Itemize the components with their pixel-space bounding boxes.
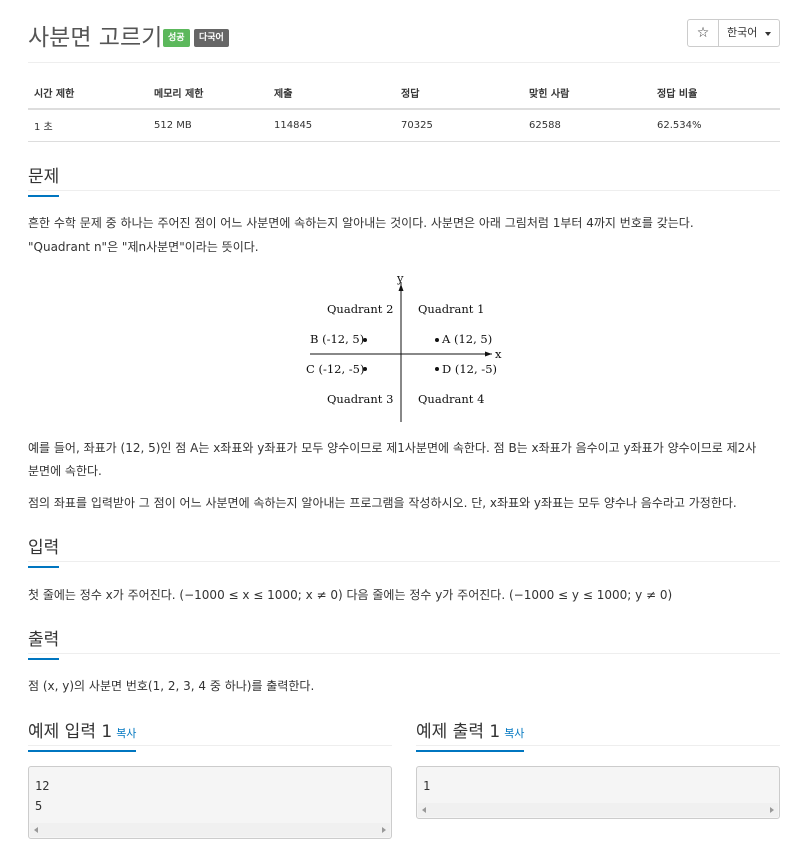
scroll-right-icon[interactable] <box>770 807 774 813</box>
language-label: 한국어 <box>727 26 758 39</box>
header-accepted: 정답 <box>395 80 523 110</box>
problem-text-line-3: 예를 들어, 좌표가 (12, 5)인 점 A는 x좌표와 y좌표가 모두 양수… <box>28 441 757 455</box>
problem-text-line-2: "Quadrant n"은 "제n사분면"이라는 뜻이다. <box>28 240 259 254</box>
table-header-row: 시간 제한 메모리 제한 제출 정답 맞힌 사람 정답 비율 <box>28 80 780 110</box>
x-axis-label: x <box>495 347 502 361</box>
output-heading: 출력 <box>28 625 60 660</box>
point-c-label: C (-12, -5) <box>306 362 364 376</box>
section-divider <box>28 653 780 654</box>
problem-heading: 문제 <box>28 162 60 197</box>
sample-output-heading: 예제 출력 1 복사 <box>416 717 525 752</box>
section-divider <box>28 190 780 191</box>
sample-output-title: 예제 출력 1 <box>416 722 501 742</box>
submissions-value: 114845 <box>268 109 395 142</box>
quadrant-3-label: Quadrant 3 <box>327 392 393 406</box>
point-a-label: A (12, 5) <box>441 332 492 346</box>
input-description: 첫 줄에는 정수 x가 주어진다. (−1000 ≤ x ≤ 1000; x ≠… <box>28 588 673 602</box>
problem-text-line-1: 흔한 수학 문제 중 하나는 주어진 점이 어느 사분면에 속하는지 알아내는 … <box>28 216 694 230</box>
input-heading: 입력 <box>28 533 60 568</box>
point-b-label: B (-12, 5) <box>310 332 364 346</box>
star-icon: ☆ <box>696 25 710 41</box>
sample-output-line: 1 <box>423 779 431 793</box>
sample-input-line: 5 <box>35 799 43 813</box>
problem-info-table: 시간 제한 메모리 제한 제출 정답 맞힌 사람 정답 비율 1 초 512 M… <box>28 80 780 142</box>
caret-down-icon <box>765 32 771 36</box>
horizontal-scrollbar[interactable] <box>30 823 390 837</box>
point-c-marker <box>363 367 367 371</box>
sample-input-heading: 예제 입력 1 복사 <box>28 717 137 752</box>
ratio-value: 62.534% <box>651 109 780 142</box>
header-submissions: 제출 <box>268 80 395 110</box>
star-button[interactable]: ☆ <box>687 19 719 47</box>
problem-text-line-5: 점의 좌표를 입력받아 그 점이 어느 사분면에 속하는지 알아내는 프로그램을… <box>28 496 737 510</box>
copy-sample-input-button[interactable]: 복사 <box>116 727 136 740</box>
sample-input-title: 예제 입력 1 <box>28 722 113 742</box>
time-limit-value: 1 초 <box>28 109 148 142</box>
scroll-left-icon[interactable] <box>34 827 38 833</box>
page-title: 사분면 고르기 <box>28 25 163 51</box>
quadrant-figure: y x Quadrant 2 Quadrant 1 B (-12, 5) A (… <box>306 271 502 422</box>
copy-sample-output-button[interactable]: 복사 <box>504 727 524 740</box>
point-d-marker <box>435 367 439 371</box>
status-badge: 성공 <box>163 29 190 47</box>
point-a-marker <box>435 338 439 342</box>
sample-input-box[interactable]: 12 5 <box>28 766 392 839</box>
section-divider <box>28 561 780 562</box>
table-row: 1 초 512 MB 114845 70325 62588 62.534% <box>28 109 780 142</box>
memory-limit-value: 512 MB <box>148 109 268 142</box>
sample-output-box[interactable]: 1 <box>416 766 780 819</box>
problem-text-line-4: 분면에 속한다. <box>28 464 102 478</box>
language-badge: 다국어 <box>194 29 229 47</box>
sample-input-line: 12 <box>35 779 50 793</box>
scroll-right-icon[interactable] <box>382 827 386 833</box>
solvers-value: 62588 <box>523 109 651 142</box>
quadrant-4-label: Quadrant 4 <box>418 392 484 406</box>
header-memory-limit: 메모리 제한 <box>148 80 268 110</box>
header-time-limit: 시간 제한 <box>28 80 148 110</box>
accepted-value: 70325 <box>395 109 523 142</box>
header-solvers: 맞힌 사람 <box>523 80 651 110</box>
quadrant-2-label: Quadrant 2 <box>327 302 393 316</box>
point-d-label: D (12, -5) <box>442 362 497 376</box>
horizontal-scrollbar[interactable] <box>418 803 778 817</box>
divider <box>28 62 780 63</box>
output-description: 점 (x, y)의 사분면 번호(1, 2, 3, 4 중 하나)를 출력한다. <box>28 679 315 693</box>
language-dropdown[interactable]: 한국어 <box>718 19 780 47</box>
point-b-marker <box>363 338 367 342</box>
y-axis-label: y <box>396 271 404 285</box>
quadrant-1-label: Quadrant 1 <box>418 302 484 316</box>
scroll-left-icon[interactable] <box>422 807 426 813</box>
header-ratio: 정답 비율 <box>651 80 780 110</box>
